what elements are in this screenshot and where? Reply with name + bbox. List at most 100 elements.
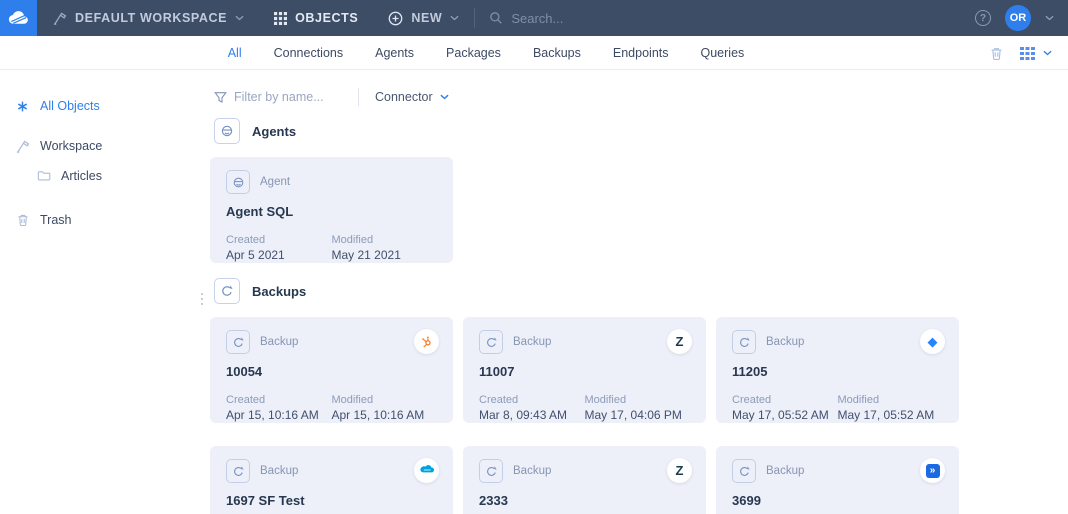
tab-packages[interactable]: Packages <box>446 46 501 60</box>
modified-meta: Modified May 21 2021 <box>332 234 438 262</box>
zendesk-icon: Z <box>676 335 684 348</box>
connector-badge: » <box>920 458 945 483</box>
connector-filter-dropdown[interactable]: Connector <box>375 90 449 104</box>
connector-badge: ◆ <box>920 329 945 354</box>
created-label: Created <box>732 394 838 406</box>
chevron-down-icon[interactable] <box>1045 15 1054 21</box>
backup-restore-icon <box>226 459 250 483</box>
asterisk-icon <box>15 100 30 113</box>
salesforce-icon <box>419 465 435 476</box>
workspace-switcher[interactable]: DEFAULT WORKSPACE <box>37 0 259 36</box>
card-footer: CreatedMar 8, 09:43 AM ModifiedMay 17, 0… <box>479 394 690 422</box>
backup-card[interactable]: Backup ◆ 11205 CreatedMay 17, 05:52 AM M… <box>716 317 959 423</box>
card-type-label: Agent <box>260 176 290 188</box>
zendesk-icon: Z <box>676 464 684 477</box>
modified-label: Modified <box>332 394 438 406</box>
backup-card[interactable]: Backup 1697 SF Test <box>210 446 453 514</box>
topbar-right: ? OR <box>975 5 1068 31</box>
created-label: Created <box>226 394 332 406</box>
card-type-label: Backup <box>513 465 551 477</box>
card-type-label: Backup <box>260 465 298 477</box>
filter-divider <box>358 88 359 106</box>
help-icon[interactable]: ? <box>975 10 991 26</box>
content-area: All Objects Workspace Articles <box>0 70 1068 514</box>
app-logo[interactable] <box>0 0 37 36</box>
card-type-label: Backup <box>260 336 298 348</box>
created-meta: Created Apr 5 2021 <box>226 234 332 262</box>
main-panel: Connector Agents <box>204 70 1068 514</box>
modified-label: Modified <box>332 234 438 246</box>
agents-card-grid: Agent Agent SQL Created Apr 5 2021 Modif… <box>210 157 1068 263</box>
filter-by-name-input[interactable] <box>234 90 354 104</box>
connector-badge <box>414 329 439 354</box>
chevron-down-icon <box>235 15 244 21</box>
global-search <box>475 11 705 26</box>
tabs: All Connections Agents Packages Backups … <box>228 46 745 60</box>
backup-restore-icon <box>214 278 240 304</box>
tab-queries[interactable]: Queries <box>701 46 745 60</box>
hubspot-icon <box>420 335 433 348</box>
tab-all[interactable]: All <box>228 46 242 60</box>
workspace-label: DEFAULT WORKSPACE <box>75 11 227 25</box>
jira-icon: ◆ <box>928 335 938 348</box>
section-title: Backups <box>252 284 306 299</box>
tab-toolbar <box>989 36 1052 70</box>
workspace-flag-icon <box>52 11 67 26</box>
sidebar-item-label: Trash <box>40 213 72 227</box>
nav-objects[interactable]: OBJECTS <box>259 0 373 36</box>
sidebar-item-label: Articles <box>61 169 102 183</box>
backup-card[interactable]: Backup 10054 CreatedApr 15, 10:16 AM Mod… <box>210 317 453 423</box>
new-button[interactable]: NEW <box>373 0 474 36</box>
folder-icon <box>36 169 51 183</box>
card-title: Agent SQL <box>226 204 437 219</box>
card-head: Backup <box>226 330 437 354</box>
sidebar-item-workspace[interactable]: Workspace <box>15 134 204 158</box>
card-title: 11007 <box>479 364 690 379</box>
backups-card-grid: Backup 10054 CreatedApr 15, 10:16 AM Mod… <box>210 317 1068 514</box>
card-footer: CreatedMay 17, 05:52 AM ModifiedMay 17, … <box>732 394 943 422</box>
filter-funnel-icon <box>214 91 227 104</box>
agent-icon <box>214 118 240 144</box>
connector-badge: Z <box>667 329 692 354</box>
delete-trash-icon[interactable] <box>989 46 1004 61</box>
sidebar-item-label: Workspace <box>40 139 102 153</box>
sidebar-item-all-objects[interactable]: All Objects <box>15 94 204 118</box>
modified-value: Apr 15, 10:16 AM <box>332 408 438 422</box>
backup-card[interactable]: Backup Z 11007 CreatedMar 8, 09:43 AM Mo… <box>463 317 706 423</box>
sidebar-item-trash[interactable]: Trash <box>15 208 204 232</box>
chevron-down-icon[interactable] <box>1043 50 1052 56</box>
tab-backups[interactable]: Backups <box>533 46 581 60</box>
card-head: Backup <box>732 330 943 354</box>
tab-connections[interactable]: Connections <box>274 46 344 60</box>
card-footer: Created Apr 5 2021 Modified May 21 2021 <box>226 234 437 262</box>
card-head: Backup <box>479 330 690 354</box>
created-label: Created <box>479 394 585 406</box>
agent-card[interactable]: Agent Agent SQL Created Apr 5 2021 Modif… <box>210 157 453 263</box>
backup-card[interactable]: Backup Z 2333 <box>463 446 706 514</box>
connector-filter-label: Connector <box>375 90 433 104</box>
sidebar-resize-handle[interactable] <box>201 293 203 305</box>
sidebar-workspace-group: Workspace Articles <box>15 134 204 188</box>
search-input[interactable] <box>511 11 691 26</box>
card-title: 2333 <box>479 493 690 508</box>
chevron-down-icon <box>440 94 449 100</box>
tab-agents[interactable]: Agents <box>375 46 414 60</box>
sidebar-item-label: All Objects <box>40 99 100 113</box>
card-title: 1697 SF Test <box>226 493 437 508</box>
grid-icon <box>274 12 287 25</box>
search-icon <box>489 11 503 25</box>
tab-endpoints[interactable]: Endpoints <box>613 46 669 60</box>
top-bar: DEFAULT WORKSPACE OBJECTS NEW <box>0 0 1068 36</box>
card-type-label: Backup <box>513 336 551 348</box>
cloud-logo-icon <box>7 7 30 30</box>
workspace-flag-icon <box>15 139 30 154</box>
sidebar-item-articles[interactable]: Articles <box>15 164 204 188</box>
view-grid-icon[interactable] <box>1020 47 1035 60</box>
avatar[interactable]: OR <box>1005 5 1031 31</box>
backup-restore-icon <box>479 330 503 354</box>
backup-card[interactable]: Backup » 3699 <box>716 446 959 514</box>
backup-restore-icon <box>732 330 756 354</box>
created-label: Created <box>226 234 332 246</box>
created-value: Mar 8, 09:43 AM <box>479 408 585 422</box>
card-head: Backup <box>226 459 437 483</box>
